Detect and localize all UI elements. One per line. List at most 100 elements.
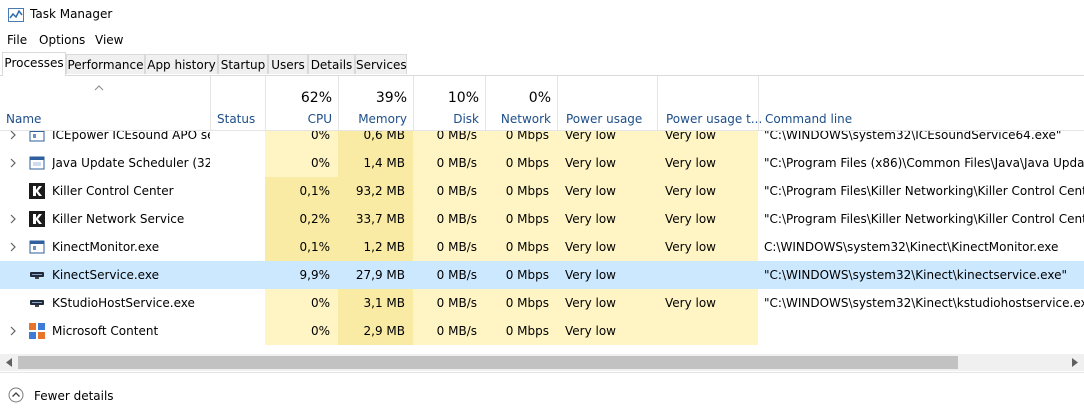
process-command-line [758, 317, 1084, 345]
process-cpu: 0,2% [265, 205, 338, 233]
process-cpu: 0,1% [265, 233, 338, 261]
tab-startup[interactable]: Startup [218, 54, 268, 74]
expand-chevron-icon[interactable] [8, 131, 18, 141]
footer: Fewer details [0, 372, 1084, 413]
process-disk: 0 MB/s [413, 131, 485, 149]
column-header: Name Status 62% CPU 39% Memory 10% Disk … [0, 76, 1084, 131]
process-command-line: "C:\WINDOWS\system32\ICEsoundService64.e… [764, 131, 1062, 142]
process-disk: 0 MB/s [413, 149, 485, 177]
scroll-right-icon[interactable] [1071, 358, 1079, 367]
table-row[interactable]: Java Update Scheduler (32 ... 0% 1,4 MB 0 M… [0, 149, 1084, 177]
process-status [210, 289, 265, 317]
process-network: 0 Mbps [485, 177, 557, 205]
column-command-line[interactable]: Command line [758, 76, 1084, 130]
tab-services[interactable]: Services [355, 54, 407, 74]
table-row[interactable]: Microsoft Content 0% 2,9 MB 0 MB/s 0 Mbps Ver… [0, 317, 1084, 345]
process-name: KStudioHostService.exe [52, 296, 195, 310]
tab-strip: Processes Performance App history Startu… [0, 52, 1084, 76]
process-memory: 1,2 MB [338, 233, 413, 261]
process-power-usage: Very low [557, 177, 657, 205]
process-power-usage: Very low [557, 205, 657, 233]
tab-app-history[interactable]: App history [145, 54, 218, 74]
process-disk: 0 MB/s [413, 317, 485, 345]
expand-chevron-icon[interactable] [8, 213, 18, 225]
process-cpu: 0% [265, 317, 338, 345]
process-network: 0 Mbps [485, 317, 557, 345]
network-total: 0% [528, 90, 551, 106]
table-row[interactable]: KStudioHostService.exe 0% 3,1 MB 0 MB/s 0 Mb… [0, 289, 1084, 317]
process-power-trend: Very low [657, 205, 758, 233]
column-name[interactable]: Name [0, 76, 210, 130]
kinect-icon [29, 267, 45, 283]
column-memory[interactable]: 39% Memory [338, 76, 413, 130]
task-manager-icon [8, 8, 24, 22]
table-row[interactable]: Killer Control Center 0,1% 93,2 MB 0 MB/s 0 … [0, 177, 1084, 205]
process-network: 0 Mbps [485, 289, 557, 317]
process-name: Microsoft Content [52, 324, 159, 338]
tab-details[interactable]: Details [308, 54, 355, 74]
process-memory: 27,9 MB [355, 268, 405, 282]
column-disk[interactable]: 10% Disk [413, 76, 485, 130]
tab-performance[interactable]: Performance [66, 54, 145, 74]
process-power-trend: Very low [657, 233, 758, 261]
column-status[interactable]: Status [210, 76, 265, 130]
process-command-line: "C:\Program Files\Killer Networking\Kill… [764, 184, 1084, 198]
table-row[interactable]: KinectService.exe 9,9% 27,9 MB 0 MB/s 0 Mbps… [0, 261, 1084, 289]
process-command-line: C:\WINDOWS\system32\Kinect\KinectMonitor… [764, 240, 1059, 254]
process-power-usage: Very low [565, 268, 616, 282]
window-title: Task Manager [30, 7, 113, 21]
service-window-icon [29, 239, 45, 255]
killer-icon [29, 211, 45, 227]
process-network: 0 Mbps [505, 268, 549, 282]
column-power-usage-trend[interactable]: Power usage t... [657, 76, 762, 130]
scrollbar-thumb[interactable] [18, 356, 958, 369]
process-command-line: "C:\Program Files (x86)\Common Files\Jav… [764, 156, 1084, 170]
process-power-trend [657, 261, 758, 289]
process-cpu: 0% [265, 149, 338, 177]
process-memory: 2,9 MB [338, 317, 413, 345]
column-cpu[interactable]: 62% CPU [265, 76, 338, 130]
menu-file[interactable]: File [7, 33, 27, 47]
content-icon [29, 323, 45, 339]
process-memory: 0,6 MB [338, 131, 413, 149]
process-power-trend: Very low [657, 149, 758, 177]
scroll-left-icon[interactable] [5, 358, 13, 367]
column-network[interactable]: 0% Network [485, 76, 557, 130]
process-disk: 0 MB/s [413, 233, 485, 261]
chevron-up-circle-icon[interactable] [8, 387, 24, 403]
process-memory: 93,2 MB [338, 177, 413, 205]
process-status [210, 177, 265, 205]
process-power-trend [657, 317, 758, 345]
process-network: 0 Mbps [485, 233, 557, 261]
expand-chevron-icon[interactable] [8, 325, 18, 337]
expand-chevron-icon[interactable] [8, 157, 18, 169]
process-name: Java Update Scheduler (32 ... [52, 156, 210, 170]
process-cpu: 9,9% [299, 268, 331, 282]
table-row[interactable]: ICEpower ICEsound APO se... 0% 0,6 MB 0 MB/… [0, 131, 1084, 149]
process-command-line: "C:\WINDOWS\system32\Kinect\kinectservic… [764, 268, 1067, 282]
memory-total: 39% [375, 90, 407, 106]
process-status [210, 261, 265, 289]
horizontal-scrollbar[interactable] [0, 354, 1084, 371]
column-power-usage[interactable]: Power usage [557, 76, 657, 130]
tab-processes[interactable]: Processes [2, 52, 66, 76]
process-memory: 1,4 MB [338, 149, 413, 177]
process-power-trend: Very low [657, 177, 758, 205]
process-status [210, 149, 265, 177]
process-name: KinectService.exe [52, 268, 159, 282]
expand-chevron-icon[interactable] [8, 241, 18, 253]
menu-options[interactable]: Options [39, 33, 85, 47]
process-disk: 0 MB/s [413, 177, 485, 205]
table-row[interactable]: Killer Network Service 0,2% 33,7 MB 0 MB/s 0… [0, 205, 1084, 233]
table-row[interactable]: KinectMonitor.exe 0,1% 1,2 MB 0 MB/s 0 Mbps V… [0, 233, 1084, 261]
process-cpu: 0% [265, 289, 338, 317]
process-status [210, 131, 265, 149]
tab-users[interactable]: Users [268, 54, 308, 74]
process-power-usage: Very low [557, 233, 657, 261]
fewer-details-link[interactable]: Fewer details [34, 389, 114, 403]
process-disk: 0 MB/s [413, 289, 485, 317]
process-command-line: "C:\WINDOWS\system32\Kinect\kstudiohosts… [764, 296, 1084, 310]
menu-view[interactable]: View [95, 33, 123, 47]
process-memory: 3,1 MB [338, 289, 413, 317]
process-name: Killer Control Center [52, 184, 174, 198]
